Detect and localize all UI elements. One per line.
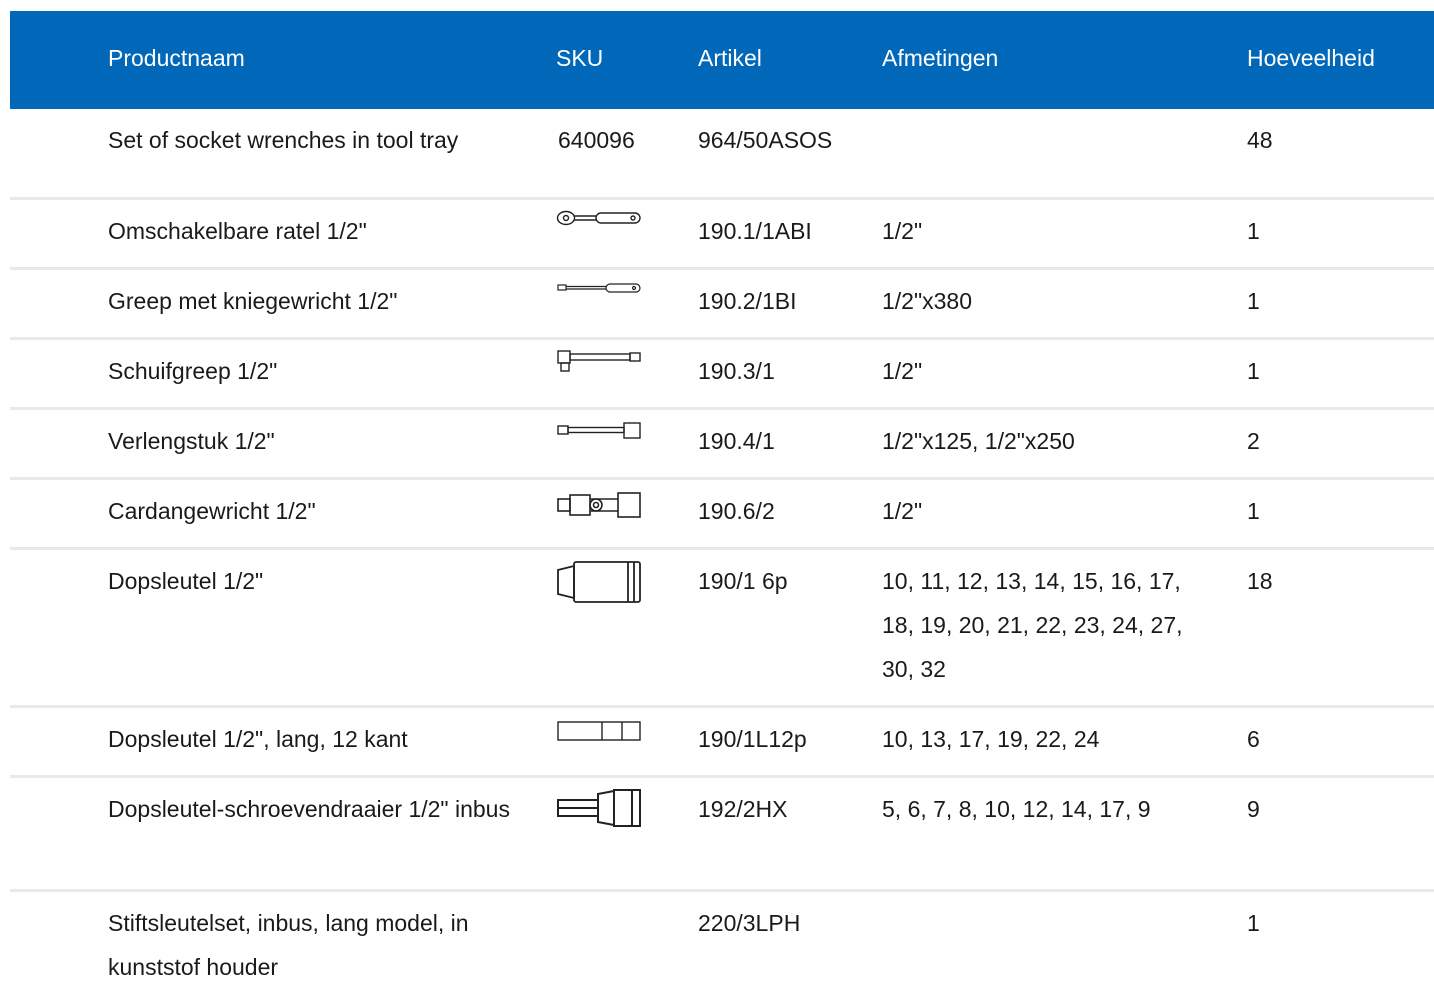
product-name: Set of socket wrenches in tool tray — [108, 127, 459, 153]
product-name: Dopsleutel 1/2", lang, 12 kant — [108, 726, 408, 752]
product-name: Schuifgreep 1/2" — [108, 358, 278, 384]
product-article: 190.2/1BI — [698, 288, 797, 314]
breaker-bar-icon — [556, 282, 642, 294]
product-dimensions: 1/2" — [882, 358, 923, 384]
product-quantity: 1 — [1247, 358, 1260, 384]
table-row: Verlengstuk 1/2" 190.4/1 1/2"x125, 1/2"x… — [10, 410, 1434, 480]
sliding-t-handle-icon — [556, 348, 642, 378]
socket-icon — [556, 560, 642, 604]
product-name: Dopsleutel-schroevendraaier 1/2" inbus — [108, 796, 510, 822]
product-dimensions: 1/2"x125, 1/2"x250 — [882, 428, 1075, 454]
header-article: Artikel — [698, 45, 762, 71]
extension-bar-icon — [556, 420, 642, 442]
table-row: Dopsleutel 1/2", lang, 12 kant 190/1L12p… — [10, 708, 1434, 778]
product-quantity: 1 — [1247, 218, 1260, 244]
product-quantity: 1 — [1247, 498, 1260, 524]
product-quantity: 48 — [1247, 127, 1273, 153]
table-row: Greep met kniegewricht 1/2" 190.2/1BI 1/… — [10, 270, 1434, 340]
product-name: Cardangewricht 1/2" — [108, 498, 316, 524]
product-name: Greep met kniegewricht 1/2" — [108, 288, 398, 314]
product-name: Stiftsleutelset, inbus, lang model, in k… — [108, 910, 469, 980]
header-sku: SKU — [556, 45, 604, 71]
product-quantity: 1 — [1247, 910, 1260, 936]
header-quantity: Hoeveelheid — [1247, 45, 1375, 71]
product-article: 220/3LPH — [698, 910, 801, 936]
product-dimensions: 1/2" — [882, 218, 923, 244]
table-row: Cardangewricht 1/2" 190.6/2 1/2" 1 — [10, 480, 1434, 550]
product-sku: 640096 — [558, 127, 635, 153]
product-quantity: 2 — [1247, 428, 1260, 454]
product-dimensions: 10, 11, 12, 13, 14, 15, 16, 17, 18, 19, … — [882, 568, 1183, 682]
product-article: 190.1/1ABI — [698, 218, 812, 244]
table-row: Schuifgreep 1/2" 190.3/1 1/2" 1 — [10, 340, 1434, 410]
product-dimensions: 10, 13, 17, 19, 22, 24 — [882, 726, 1100, 752]
product-article: 192/2HX — [698, 796, 788, 822]
product-article: 190.3/1 — [698, 358, 775, 384]
product-table: Productnaam SKU Artikel Afmetingen Hoeve… — [10, 11, 1434, 1000]
table-row: Dopsleutel-schroevendraaier 1/2" inbus 1… — [10, 778, 1434, 892]
product-quantity: 18 — [1247, 568, 1273, 594]
product-name: Dopsleutel 1/2" — [108, 568, 264, 594]
header-product-name: Productnaam — [108, 45, 245, 71]
table-row: Set of socket wrenches in tool tray 6400… — [10, 109, 1434, 200]
table-header: Productnaam SKU Artikel Afmetingen Hoeve… — [10, 11, 1434, 109]
product-quantity: 6 — [1247, 726, 1260, 752]
product-article: 190.4/1 — [698, 428, 775, 454]
product-dimensions: 1/2" — [882, 498, 923, 524]
universal-joint-icon — [556, 490, 642, 522]
product-quantity: 9 — [1247, 796, 1260, 822]
long-socket-icon — [556, 718, 642, 744]
ratchet-icon — [556, 208, 642, 228]
product-article: 190/1 6p — [698, 568, 788, 594]
table-row: Stiftsleutelset, inbus, lang model, in k… — [10, 892, 1434, 1000]
table-row: Dopsleutel 1/2" 190/1 6p 10, 11, 12, 13,… — [10, 550, 1434, 708]
product-quantity: 1 — [1247, 288, 1260, 314]
product-name: Omschakelbare ratel 1/2" — [108, 218, 367, 244]
product-article: 190/1L12p — [698, 726, 807, 752]
product-article: 964/50ASOS — [698, 127, 833, 153]
hex-bit-socket-icon — [556, 788, 642, 828]
product-dimensions: 5, 6, 7, 8, 10, 12, 14, 17, 9 — [882, 796, 1151, 822]
product-article: 190.6/2 — [698, 498, 775, 524]
table-row: Omschakelbare ratel 1/2" 190.1/1ABI 1/2"… — [10, 200, 1434, 270]
product-name: Verlengstuk 1/2" — [108, 428, 275, 454]
product-dimensions: 1/2"x380 — [882, 288, 973, 314]
header-dimensions: Afmetingen — [882, 45, 999, 71]
